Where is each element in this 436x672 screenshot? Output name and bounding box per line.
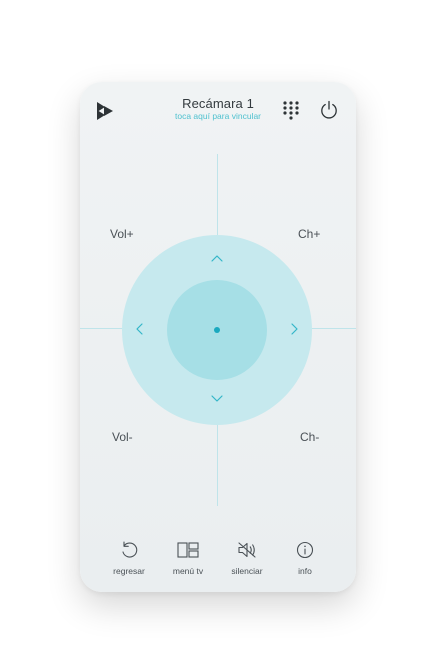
device-title: Recámara 1 [182,96,254,111]
mute-label: silenciar [231,566,263,576]
pair-hint[interactable]: toca aquí para vincular [80,111,356,121]
tv-menu-label: menú tv [172,566,204,576]
ok-dot [214,327,220,333]
info-icon [296,541,314,559]
mute-speaker-icon [238,542,256,558]
back-label: regresar [113,566,145,576]
device-header[interactable]: Recámara 1 toca aquí para vincular [80,96,356,121]
power-icon[interactable] [319,100,339,120]
dpad-up-chevron-icon[interactable] [208,249,226,267]
dpad-right-chevron-icon[interactable] [286,320,304,338]
channel-down-button[interactable]: Ch- [300,430,319,444]
volume-up-button[interactable]: Vol+ [110,227,134,241]
dpad-left-chevron-icon[interactable] [130,320,148,338]
info-button[interactable]: info [275,540,335,576]
mute-button[interactable]: silenciar [217,540,277,576]
keypad-grid-icon[interactable] [282,100,300,120]
dpad-ok-button[interactable] [167,280,267,380]
remote-screen: Recámara 1 toca aquí para vincular Vol+ … [80,82,356,592]
tv-menu-button[interactable]: menú tv [158,540,218,576]
volume-down-button[interactable]: Vol- [112,430,133,444]
info-label: info [298,566,312,576]
bottom-action-bar: regresar menú tv silenciar info [80,540,356,580]
menu-grid-icon [177,542,199,558]
back-arrow-icon [122,541,138,558]
dpad-down-chevron-icon[interactable] [208,390,226,408]
channel-up-button[interactable]: Ch+ [298,227,320,241]
back-button[interactable]: regresar [99,540,159,576]
